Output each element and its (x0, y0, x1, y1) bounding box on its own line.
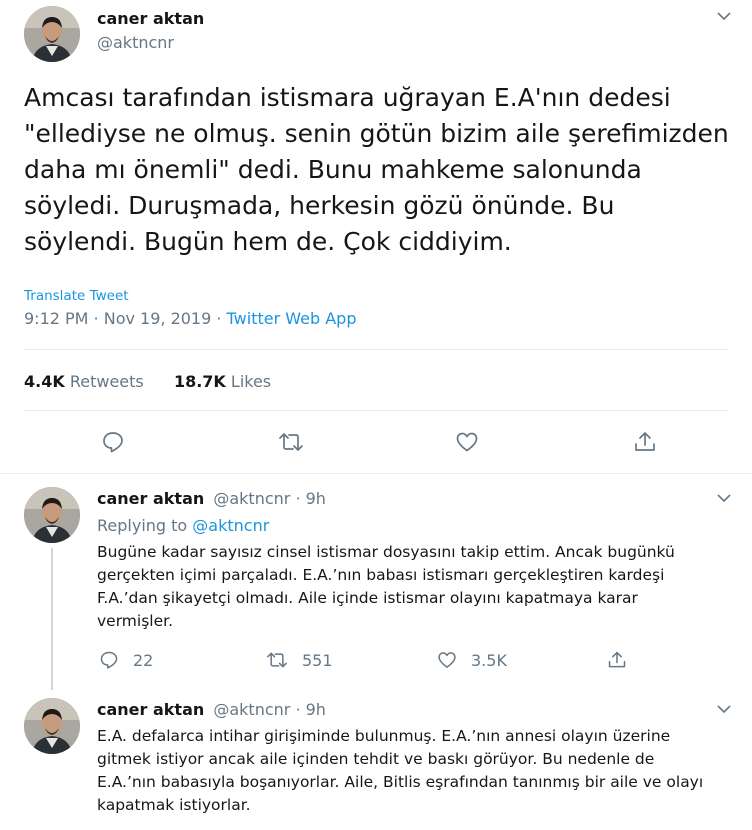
retweet-button[interactable]: 551 (266, 650, 333, 670)
main-tweet-text: Amcası tarafından istismara uğrayan E.A'… (24, 80, 729, 260)
reply-author-handle[interactable]: @aktncnr · 9h (213, 489, 326, 508)
avatar-photo (24, 6, 80, 62)
main-author-avatar[interactable] (24, 6, 80, 62)
engagement-counts: 4.4K Retweets 18.7K Likes (24, 372, 271, 391)
retweet-button[interactable] (278, 430, 304, 454)
divider (24, 410, 728, 411)
main-tweet-line: daha mı önemli" dedi. Bunu mahkeme salon… (24, 155, 642, 184)
tweet-timestamp[interactable]: 9:12 PM · Nov 19, 2019 · (24, 309, 227, 328)
like-icon (456, 432, 478, 452)
chevron-down-icon (717, 12, 731, 21)
tweet-source-link[interactable]: Twitter Web App (227, 309, 357, 328)
reply-author-name[interactable]: caner aktan (97, 700, 204, 719)
like-button[interactable] (455, 430, 479, 454)
share-icon (608, 651, 626, 668)
likes-stat[interactable]: 18.7K Likes (174, 372, 271, 391)
reply-count: 22 (133, 650, 154, 670)
main-tweet-line: söyledi. Duruşmada, herkesin gözü önünde… (24, 191, 615, 220)
chevron-down-icon (717, 494, 731, 503)
reply-text-line: gitmek istiyor ancak aile içinden tehdit… (97, 750, 655, 768)
retweet-icon (279, 433, 303, 451)
reply-menu[interactable] (716, 701, 732, 721)
likes-label: Likes (230, 372, 272, 391)
reply-text-line: vermişler. (97, 612, 174, 630)
reply-icon (100, 651, 118, 669)
reply-text-line: E.A. defalarca intihar girişiminde bulun… (97, 727, 671, 745)
reply-text-line: kapatmak istiyorlar. (97, 796, 251, 814)
reply-text-line: gerçekten içimi parçaladı. E.A.’nın baba… (97, 566, 665, 584)
like-count: 3.5K (471, 650, 507, 670)
divider (0, 473, 752, 474)
reply-author-avatar[interactable] (24, 487, 80, 543)
reply-text-line: F.A.’dan şikayetçi olmadı. Aile içinde i… (97, 589, 638, 607)
avatar-photo (24, 698, 80, 754)
reply-text: Bugüne kadar sayısız cinsel istismar dos… (97, 541, 675, 633)
reply-author-name[interactable]: caner aktan (97, 489, 204, 508)
reply-author-avatar[interactable] (24, 698, 80, 754)
share-button[interactable] (633, 430, 657, 454)
replying-to: Replying to @aktncnr (97, 516, 269, 535)
retweets-count: 4.4K (24, 372, 65, 391)
reply-header: caner aktan @aktncnr · 9h (97, 700, 326, 719)
reply-author-handle[interactable]: @aktncnr · 9h (213, 700, 326, 719)
main-tweet-line: Amcası tarafından istismara uğrayan E.A'… (24, 83, 671, 112)
retweet-icon (267, 652, 287, 668)
chevron-down-icon (717, 705, 731, 714)
avatar-photo (24, 487, 80, 543)
like-button[interactable]: 3.5K (437, 650, 507, 670)
thread-connector (51, 548, 53, 690)
reply-text-line: E.A.’nın babasıyla boşanıyorlar. Aile, B… (97, 773, 704, 791)
tweet-metadata: 9:12 PM · Nov 19, 2019 · Twitter Web App (24, 309, 356, 328)
main-tweet-line: söylendi. Bugün hem de. Çok ciddiyim. (24, 227, 512, 256)
main-tweet-line: "ellediyse ne olmuş. senin götün bizim a… (24, 119, 729, 148)
translate-tweet-link[interactable]: Translate Tweet (24, 288, 129, 304)
main-author-handle[interactable]: @aktncnr (97, 33, 174, 52)
replying-to-handle[interactable]: @aktncnr (192, 516, 269, 535)
reply-menu[interactable] (716, 490, 732, 510)
divider (24, 349, 728, 350)
main-author-name[interactable]: caner aktan (97, 9, 204, 28)
likes-count: 18.7K (173, 372, 226, 391)
reply-button[interactable]: 22 (99, 650, 153, 670)
retweet-count: 551 (302, 650, 333, 670)
reply-header: caner aktan @aktncnr · 9h (97, 489, 326, 508)
share-button[interactable] (607, 650, 627, 670)
like-icon (438, 652, 456, 668)
share-icon (635, 432, 655, 451)
retweets-stat[interactable]: 4.4K Retweets (24, 372, 144, 391)
main-tweet-menu[interactable] (716, 8, 732, 28)
reply-text-line: Bugüne kadar sayısız cinsel istismar dos… (97, 543, 675, 561)
reply-button[interactable] (101, 430, 125, 454)
reply-text: E.A. defalarca intihar girişiminde bulun… (97, 725, 703, 817)
replying-to-label: Replying to (97, 516, 193, 535)
retweets-label: Retweets (69, 372, 144, 391)
reply-icon (103, 432, 123, 453)
